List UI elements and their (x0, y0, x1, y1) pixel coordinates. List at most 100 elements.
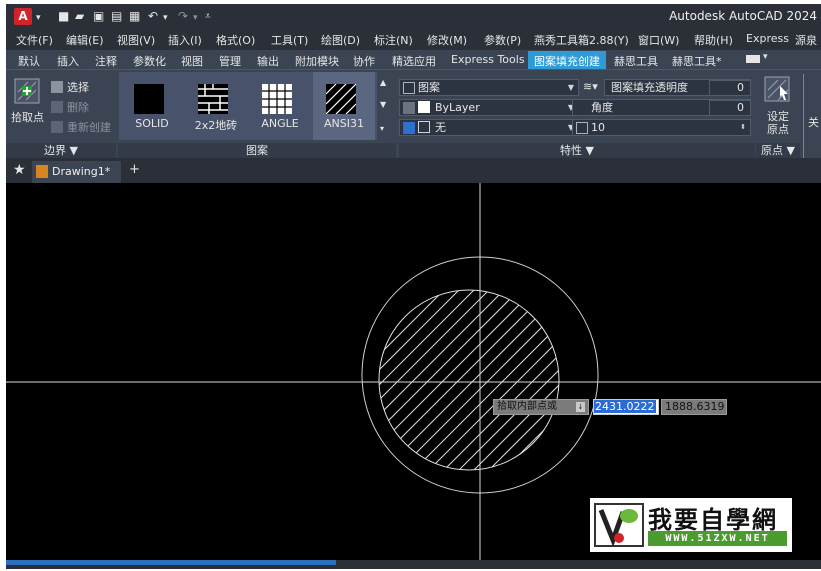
new-tab-plus-icon[interactable]: + (129, 162, 140, 177)
print-icon[interactable]: ▦ (129, 9, 140, 23)
menu-view[interactable]: 视图(V) (117, 32, 155, 48)
menu-express[interactable]: Express (746, 32, 789, 45)
app-title: Autodesk AutoCAD 2024 (669, 9, 817, 23)
color-swatch-white-icon (418, 101, 430, 113)
hatch-type-select[interactable]: 图案 ▼ (399, 79, 579, 96)
ribbon-options-chevron-icon[interactable]: ▾ (763, 52, 768, 62)
tab-collaborate[interactable]: 协作 (353, 53, 375, 69)
hatch-color-select[interactable]: ByLayer ▼ (399, 99, 579, 116)
remove-button[interactable]: 删除 (51, 99, 89, 115)
menu-window[interactable]: 窗口(W) (638, 32, 679, 48)
menu-insert[interactable]: 插入(I) (168, 32, 202, 48)
app-logo[interactable]: A (14, 8, 32, 25)
origin-panel-title[interactable]: 原点 ▼ (756, 143, 800, 158)
watermark-51zxw: 我要自學網 WWW.51ZXW.NET (590, 498, 792, 552)
inner-hatched-circle (378, 289, 560, 471)
tab-annotate[interactable]: 注释 (95, 53, 117, 69)
pattern-swatch-angle[interactable]: ANGLE (249, 72, 311, 140)
save-as-icon[interactable]: ▤ (111, 9, 122, 23)
tab-express-tools[interactable]: Express Tools (451, 53, 525, 66)
undo-dropdown-icon[interactable]: ▾ (163, 11, 168, 25)
tab-featured-apps[interactable]: 精选应用 (392, 53, 436, 69)
menu-edit[interactable]: 编辑(E) (66, 32, 104, 48)
ribbon-minimize-icon[interactable] (746, 55, 760, 63)
swatch-label: ANSI31 (324, 117, 364, 130)
recreate-label: 重新创建 (67, 121, 111, 134)
menu-yuanquan[interactable]: 源泉 (795, 32, 817, 48)
set-origin-label: 设定原点 (767, 110, 789, 136)
dynamic-input-prompt: 拾取内部点或 ↓ (493, 399, 589, 415)
select-button[interactable]: 选择 (51, 79, 89, 95)
chevron-down-icon: ▼ (567, 83, 574, 92)
menu-modify[interactable]: 修改(M) (427, 32, 467, 48)
boundary-panel-title[interactable]: 边界 ▼ (6, 143, 116, 158)
ribbon-tab-bar: 默认 插入 注释 参数化 视图 管理 输出 附加模块 协作 精选应用 Expre… (6, 50, 821, 70)
tab-output[interactable]: 输出 (257, 53, 279, 69)
save-icon[interactable]: ▣ (93, 9, 104, 23)
scale-field[interactable]: 10 ⬍ (572, 119, 751, 136)
menu-tools[interactable]: 工具(T) (271, 32, 308, 48)
close-panel-partial[interactable]: 关 (803, 74, 821, 158)
background-color-icon (403, 122, 415, 134)
tab-hatch-creation[interactable]: 图案填充创建 (528, 51, 606, 69)
swatch-label: ANGLE (261, 117, 299, 130)
properties-panel-title[interactable]: 特性 ▼ (399, 143, 755, 158)
watermark-logo-icon (594, 503, 644, 548)
hatch-type-value: 图案 (418, 81, 440, 94)
pattern-swatch-ansi31[interactable]: ANSI31 (313, 72, 375, 140)
tab-manage[interactable]: 管理 (219, 53, 241, 69)
customize-toolbar-icon[interactable]: ⩡ (205, 10, 211, 24)
app-menu-chevron-icon[interactable]: ▾ (36, 11, 41, 25)
y-coordinate-input[interactable]: 1888.6319 (661, 399, 727, 415)
pick-point-button[interactable]: 拾取点 (8, 72, 48, 130)
menu-dimension[interactable]: 标注(N) (374, 32, 413, 48)
open-folder-icon[interactable]: ▰ (75, 9, 84, 23)
tab-drawing1[interactable]: Drawing1* (32, 161, 121, 183)
autocad-window: A ▾ ■ ▰ ▣ ▤ ▦ ↶ ▾ ↷ ▾ ⩡ Autodesk AutoCAD… (6, 4, 821, 569)
menu-draw[interactable]: 绘图(D) (321, 32, 360, 48)
options-dropdown-icon[interactable]: ↓ (576, 402, 585, 412)
set-origin-button[interactable]: 设定原点 (758, 74, 796, 140)
pattern-swatch-solid[interactable]: SOLID (121, 72, 183, 140)
ansi31-hatch-lines (379, 290, 559, 470)
new-file-icon[interactable]: ■ (58, 9, 69, 23)
tab-hesi-tools-star[interactable]: 赫思工具* (672, 53, 722, 69)
menu-format[interactable]: 格式(O) (216, 32, 255, 48)
file-tab-bar: ★ Drawing1* + (6, 158, 821, 183)
menu-parametric[interactable]: 参数(P) (484, 32, 521, 48)
command-progress-bar (6, 560, 336, 565)
select-label: 选择 (67, 81, 89, 94)
tab-hesi-tools[interactable]: 赫思工具 (614, 53, 658, 69)
redo-dropdown-icon[interactable]: ▾ (193, 11, 198, 25)
background-color-select[interactable]: 无 ▼ (399, 119, 579, 136)
pattern-swatch-2x2[interactable]: 2x2地砖 (185, 72, 247, 140)
swatch-label: 2x2地砖 (194, 119, 238, 132)
gallery-expand-icon[interactable]: ▾ (380, 124, 384, 133)
angle-input[interactable]: 0 (709, 100, 751, 116)
spinner-icon[interactable]: ⬍ (740, 120, 746, 135)
tab-default[interactable]: 默认 (18, 53, 40, 69)
gallery-scroll-up-icon[interactable]: ▲ (380, 78, 386, 87)
tab-parametric[interactable]: 参数化 (133, 53, 166, 69)
transparency-input[interactable]: 0 (709, 80, 751, 96)
menu-help[interactable]: 帮助(H) (694, 32, 733, 48)
menu-yanxiu-toolbox[interactable]: 燕秀工具箱2.88(Y) (534, 32, 629, 48)
prompt-text: 拾取内部点或 (497, 401, 557, 412)
tab-view[interactable]: 视图 (181, 53, 203, 69)
tab-insert[interactable]: 插入 (57, 53, 79, 69)
gallery-scroll-down-icon[interactable]: ▼ (380, 100, 386, 109)
menu-bar: 文件(F) 编辑(E) 视图(V) 插入(I) 格式(O) 工具(T) 绘图(D… (6, 29, 821, 50)
tab-addins[interactable]: 附加模块 (295, 53, 339, 69)
color-swatch-none-icon (418, 121, 430, 133)
gallery-scroll[interactable]: ▲ ▼ ▾ (380, 78, 392, 138)
pattern-panel-title[interactable]: 图案 (118, 143, 396, 158)
layer-override-icon[interactable]: ≋▾ (583, 80, 601, 96)
redo-icon[interactable]: ↷ (178, 9, 188, 23)
transparency-label: 图案填充透明度 (611, 81, 688, 94)
menu-file[interactable]: 文件(F) (16, 32, 53, 48)
undo-icon[interactable]: ↶ (148, 9, 158, 23)
start-tab-star-icon[interactable]: ★ (13, 162, 26, 178)
x-coordinate-input[interactable]: 2431.0222 (593, 399, 659, 415)
tile-pattern-icon (198, 84, 228, 114)
recreate-button[interactable]: 重新创建 (51, 119, 111, 135)
